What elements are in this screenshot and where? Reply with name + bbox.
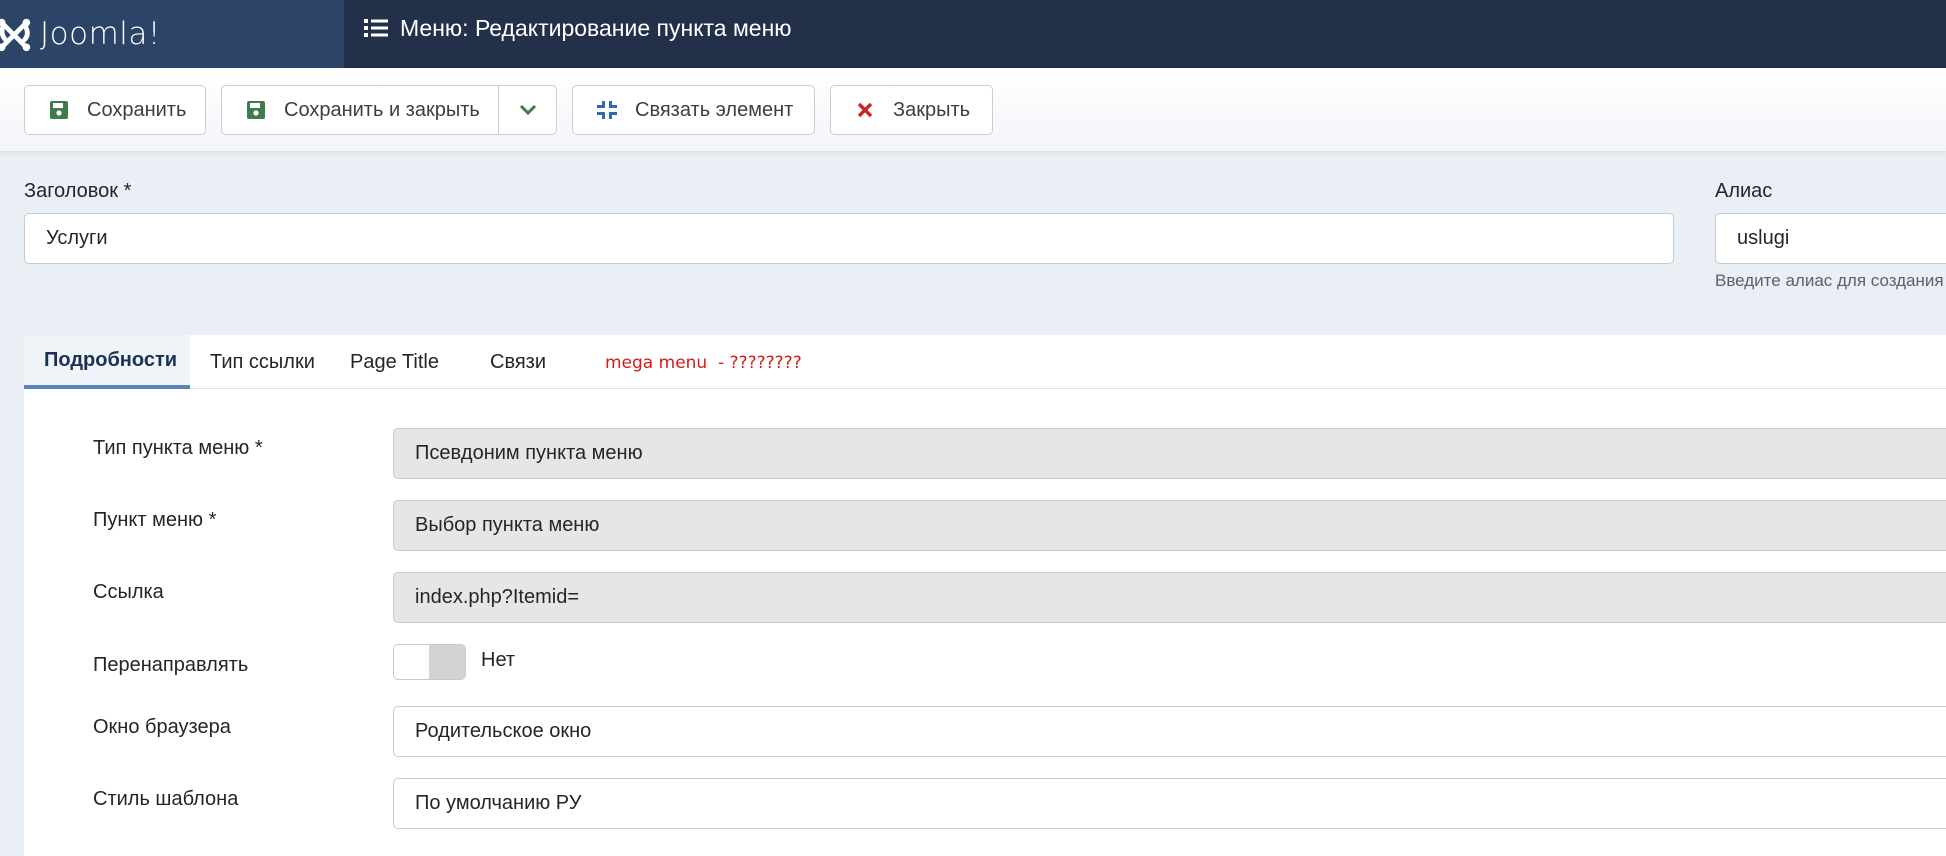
browser-window-label: Окно браузера <box>93 716 231 738</box>
menu-item-field[interactable]: Выбор пункта меню <box>393 500 1946 551</box>
associate-item-button[interactable]: Связать элемент <box>572 85 815 135</box>
toggle-knob <box>429 645 465 679</box>
close-icon <box>855 100 875 120</box>
alias-input[interactable]: uslugi <box>1715 213 1946 264</box>
menu-item-label: Пункт меню * <box>93 509 217 531</box>
close-button[interactable]: Закрыть <box>830 85 993 135</box>
tab-page-title[interactable]: Page Title <box>330 335 459 389</box>
browser-window-select[interactable]: Родительское окно <box>393 706 1946 757</box>
alias-label: Алиас <box>1715 180 1773 202</box>
tab-link-type[interactable]: Тип ссылки <box>190 335 335 389</box>
tabs-panel: Подробности Тип ссылки Page Title Связи … <box>24 335 1946 856</box>
tab-details[interactable]: Подробности <box>24 335 190 389</box>
toolbar: Сохранить Сохранить и закрыть Связать эл… <box>0 68 1946 152</box>
page-title: Меню: Редактирование пункта меню <box>400 14 792 41</box>
save-label: Сохранить <box>87 98 187 121</box>
menu-item-type-label: Тип пункта меню * <box>93 437 263 459</box>
redirect-toggle[interactable] <box>393 644 466 680</box>
save-button[interactable]: Сохранить <box>24 85 206 135</box>
mega-menu-note: mega menu - ???????? <box>605 353 802 373</box>
close-label: Закрыть <box>893 98 971 121</box>
redirect-value: Нет <box>481 649 516 671</box>
list-icon <box>364 19 388 37</box>
redirect-label: Перенаправлять <box>93 654 249 676</box>
tab-associations[interactable]: Связи <box>470 335 566 389</box>
tab-bar: Подробности Тип ссылки Page Title Связи … <box>24 335 1946 389</box>
alias-help-text: Введите алиас для создания <box>1715 271 1944 290</box>
compress-icon <box>597 100 617 120</box>
link-field: index.php?Itemid= <box>393 572 1946 623</box>
top-header: Joomla! Меню: Редактирование пункта меню <box>0 0 1946 68</box>
template-style-select[interactable]: По умолчанию РУ <box>393 778 1946 829</box>
title-input[interactable]: Услуги <box>24 213 1674 264</box>
save-and-close-button[interactable]: Сохранить и закрыть <box>221 85 557 135</box>
save-options-dropdown-toggle[interactable] <box>498 86 556 134</box>
menu-item-type-field[interactable]: Псевдоним пункта меню <box>393 428 1946 479</box>
brand-name: Joomla! <box>40 16 161 52</box>
link-label: Ссылка <box>93 581 164 603</box>
title-label: Заголовок * <box>24 180 132 202</box>
save-icon <box>246 100 266 120</box>
joomla-logo-icon <box>0 18 31 52</box>
page-title-area: Меню: Редактирование пункта меню <box>364 0 792 56</box>
template-style-label: Стиль шаблона <box>93 788 239 810</box>
chevron-down-icon <box>519 104 536 116</box>
associate-label: Связать элемент <box>635 98 794 121</box>
logo-panel[interactable]: Joomla! <box>0 0 344 68</box>
save-icon <box>49 100 69 120</box>
save-and-close-label: Сохранить и закрыть <box>284 98 480 121</box>
